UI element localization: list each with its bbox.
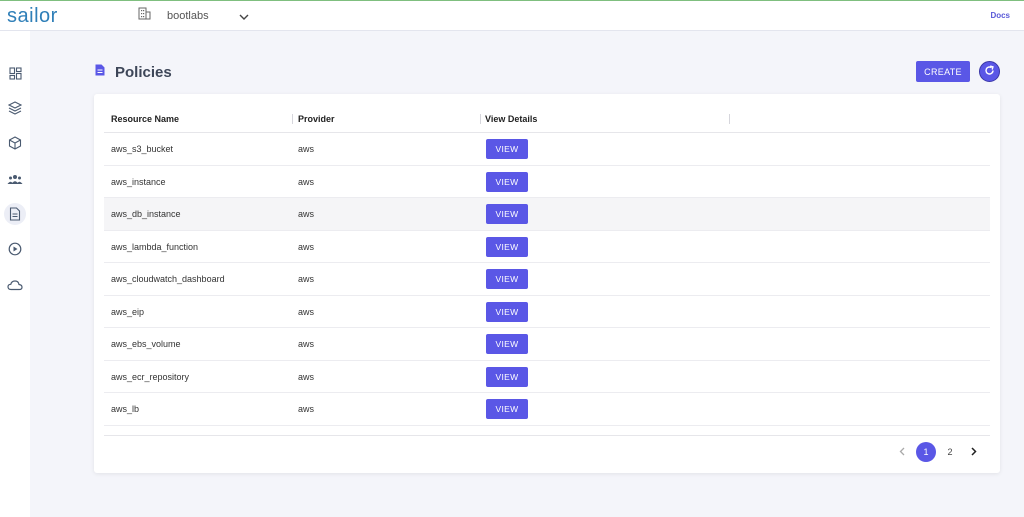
provider-cell: aws <box>298 176 315 187</box>
provider-cell: aws <box>298 339 315 349</box>
provider-cell: aws <box>298 404 315 414</box>
policies-table-card: Resource Name Provider View Details aws_… <box>94 94 1000 473</box>
top-bar: sailor bootlabs Docs <box>0 0 1024 31</box>
create-button[interactable]: CREATE <box>916 61 970 82</box>
document-icon[interactable] <box>4 203 26 225</box>
column-header-provider[interactable]: Provider <box>298 114 335 124</box>
resource-name-cell: aws_ecr_repository <box>111 371 190 382</box>
resource-name-cell: aws_lb <box>111 404 140 414</box>
users-group-icon[interactable] <box>6 170 24 188</box>
table-row: aws_ebs_volume aws VIEW <box>104 328 990 361</box>
page-button-1[interactable]: 1 <box>916 442 936 462</box>
cube-icon[interactable] <box>6 134 24 152</box>
table-row: aws_lb aws VIEW <box>104 393 990 426</box>
sidebar <box>0 31 30 517</box>
view-button[interactable]: VIEW <box>486 204 528 224</box>
table-row: aws_cloudwatch_dashboard aws VIEW <box>104 263 990 296</box>
org-switcher[interactable]: bootlabs <box>138 7 249 25</box>
page-title-text: Policies <box>115 63 172 81</box>
provider-cell: aws <box>298 371 315 382</box>
docs-link[interactable]: Docs <box>990 11 1010 20</box>
column-separator[interactable] <box>480 114 481 124</box>
table-row: aws_s3_bucket aws VIEW <box>104 133 990 166</box>
view-button[interactable]: VIEW <box>486 269 528 289</box>
play-circle-icon[interactable] <box>6 240 24 258</box>
page-button-2[interactable]: 2 <box>940 442 960 462</box>
chevron-down-icon[interactable] <box>239 7 249 25</box>
cloud-icon[interactable] <box>6 276 24 294</box>
pagination: 1 2 <box>888 442 984 462</box>
chevron-left-icon <box>899 447 905 458</box>
table-footer-divider <box>104 435 990 436</box>
refresh-button[interactable] <box>979 61 1000 82</box>
next-page-button[interactable] <box>964 442 984 462</box>
org-name: bootlabs <box>167 10 209 22</box>
app-logo[interactable]: sailor <box>7 5 58 28</box>
resource-name-cell: aws_instance <box>111 176 166 187</box>
resource-name-cell: aws_ebs_volume <box>111 339 181 349</box>
table-row: aws_ecr_repository aws VIEW <box>104 361 990 393</box>
provider-cell: aws <box>298 144 315 154</box>
page-title: Policies <box>95 63 172 81</box>
column-header-resource-name[interactable]: Resource Name <box>111 114 179 124</box>
view-button[interactable]: VIEW <box>486 139 528 159</box>
column-header-view-details[interactable]: View Details <box>485 114 537 124</box>
view-button[interactable]: VIEW <box>486 334 528 354</box>
column-separator[interactable] <box>729 114 730 124</box>
layers-icon[interactable] <box>6 99 24 117</box>
provider-cell: aws <box>298 241 315 252</box>
building-icon <box>138 7 151 25</box>
provider-cell: aws <box>298 274 315 284</box>
table-header: Resource Name Provider View Details <box>104 104 990 133</box>
prev-page-button[interactable] <box>892 442 912 462</box>
column-separator[interactable] <box>292 114 293 124</box>
view-button[interactable]: VIEW <box>486 399 528 419</box>
table-row: aws_lambda_function aws VIEW <box>104 231 990 263</box>
refresh-icon <box>984 63 995 81</box>
view-button[interactable]: VIEW <box>486 171 528 192</box>
resource-name-cell: aws_db_instance <box>111 209 181 219</box>
table-row: aws_eip aws VIEW <box>104 296 990 328</box>
resource-name-cell: aws_lambda_function <box>111 241 199 252</box>
table-body: aws_s3_bucket aws VIEW aws_instance aws … <box>104 133 990 426</box>
resource-name-cell: aws_eip <box>111 306 145 317</box>
resource-name-cell: aws_cloudwatch_dashboard <box>111 274 225 284</box>
document-icon <box>95 63 105 81</box>
provider-cell: aws <box>298 306 315 317</box>
provider-cell: aws <box>298 209 315 219</box>
view-button[interactable]: VIEW <box>486 301 528 322</box>
view-button[interactable]: VIEW <box>486 366 528 387</box>
resource-name-cell: aws_s3_bucket <box>111 144 174 154</box>
view-button[interactable]: VIEW <box>486 236 528 257</box>
dashboard-icon[interactable] <box>6 64 24 82</box>
chevron-right-icon <box>971 446 977 458</box>
table-row: aws_instance aws VIEW <box>104 166 990 198</box>
table-row: aws_db_instance aws VIEW <box>104 198 990 231</box>
